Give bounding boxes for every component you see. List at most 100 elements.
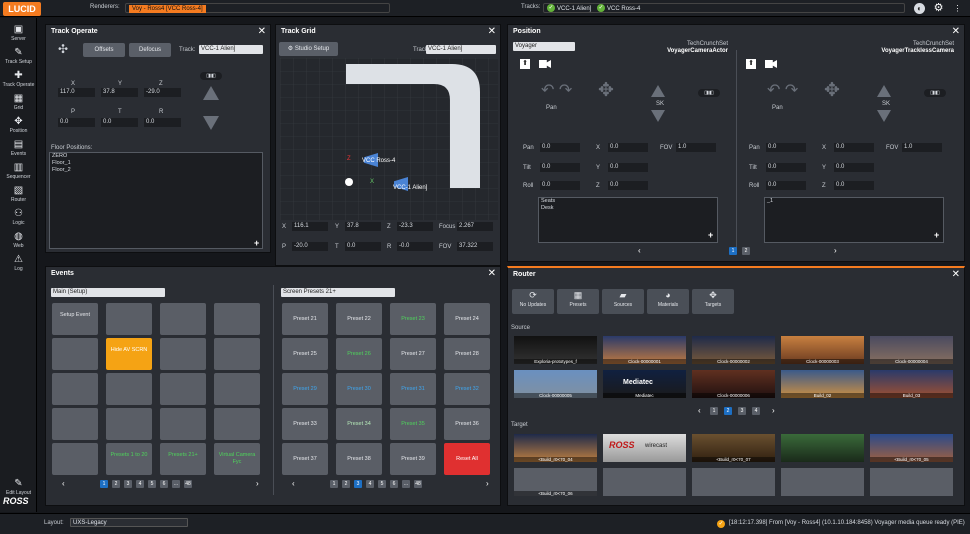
event-tile-reset-all[interactable]: Reset All: [444, 443, 490, 475]
y-field[interactable]: 37.8: [101, 88, 138, 97]
page-button-1[interactable]: 1: [710, 407, 718, 415]
event-tile-preset-30[interactable]: Preset 30: [336, 373, 382, 405]
upload-icon[interactable]: ⬆: [520, 59, 530, 69]
source-thumbnail[interactable]: Clock-00000005: [514, 370, 597, 398]
event-tile-empty[interactable]: [160, 303, 206, 335]
event-tile-empty[interactable]: [214, 303, 260, 335]
event-tile-preset-26[interactable]: Preset 26: [336, 338, 382, 370]
source-thumbnail[interactable]: Clock-00000003: [781, 336, 864, 364]
pan-field[interactable]: 0.0: [540, 143, 580, 152]
page-button-4[interactable]: 4: [752, 407, 760, 415]
page-button-3[interactable]: 3: [354, 480, 362, 488]
floor-positions-list[interactable]: ZERO Floor_1 Floor_2: [49, 152, 263, 249]
speed-toggle-icon[interactable]: ◨◧: [924, 89, 946, 97]
event-tile-hide-av-scrn[interactable]: Hide AV SCRN: [106, 338, 152, 370]
x-field[interactable]: 117.0: [58, 88, 95, 97]
event-tile-virtual-camera-fyc[interactable]: Virtual Camera Fyc: [214, 443, 260, 475]
event-tile-preset-37[interactable]: Preset 37: [282, 443, 328, 475]
sidebar-item-events[interactable]: ▤ Events: [0, 139, 37, 161]
target-thumbnail[interactable]: [603, 468, 686, 496]
elevation-up-icon[interactable]: [651, 85, 665, 97]
event-tile-preset-23[interactable]: Preset 23: [390, 303, 436, 335]
elevation-down-icon[interactable]: [651, 110, 665, 122]
pan-field[interactable]: 0.0: [766, 143, 806, 152]
arrow-up-icon[interactable]: [203, 86, 219, 100]
sidebar-item-grid[interactable]: ▦ Grid: [0, 93, 37, 115]
add-icon[interactable]: +: [708, 230, 713, 240]
list-item[interactable]: Floor_2: [50, 167, 262, 174]
event-tile-preset-31[interactable]: Preset 31: [390, 373, 436, 405]
page-button-2[interactable]: 2: [112, 480, 120, 488]
page-button-2[interactable]: 2: [342, 480, 350, 488]
event-tile-preset-34[interactable]: Preset 34: [336, 408, 382, 440]
source-thumbnail[interactable]: Exploria-prototypes_f: [514, 336, 597, 364]
event-tile-empty[interactable]: [52, 338, 98, 370]
page-button-3[interactable]: 3: [124, 480, 132, 488]
event-tile-preset-27[interactable]: Preset 27: [390, 338, 436, 370]
page-button-6[interactable]: 6: [390, 480, 398, 488]
upload-icon[interactable]: ⬆: [746, 59, 756, 69]
event-tile-preset-39[interactable]: Preset 39: [390, 443, 436, 475]
sidebar-item-web[interactable]: ◍ Web: [0, 231, 37, 253]
move-pad-icon[interactable]: ✥: [598, 81, 614, 101]
add-icon[interactable]: +: [934, 230, 939, 240]
source-thumbnail[interactable]: Clock-00000001: [603, 336, 686, 364]
prev-icon[interactable]: ‹: [638, 246, 641, 255]
pan-control-icon[interactable]: ↶ ↷: [541, 83, 572, 99]
list-item[interactable]: _1: [765, 198, 943, 205]
list-item[interactable]: Floor_1: [50, 160, 262, 167]
target-thumbnail[interactable]: <Build_r0<70_04: [514, 434, 597, 462]
target-thumbnail[interactable]: <Build_r0<70_06: [514, 468, 597, 496]
list-item[interactable]: Desk: [539, 205, 717, 212]
event-tile-preset-36[interactable]: Preset 36: [444, 408, 490, 440]
event-tile-empty[interactable]: [106, 408, 152, 440]
event-tile-preset-33[interactable]: Preset 33: [282, 408, 328, 440]
tilt-field[interactable]: 0.0: [766, 163, 806, 172]
fov-field[interactable]: 1.0: [676, 143, 716, 152]
r-field[interactable]: 0.0: [144, 118, 181, 127]
presets-button[interactable]: ▦ Presets: [557, 289, 599, 314]
target-thumbnail[interactable]: [870, 468, 953, 496]
track-chip-b[interactable]: VCC Ross-4: [607, 6, 640, 12]
next-icon[interactable]: ›: [772, 406, 775, 415]
event-tile-presets-1-to-20[interactable]: Presets 1 to 20: [106, 443, 152, 475]
next-icon[interactable]: ›: [834, 246, 837, 255]
add-icon[interactable]: +: [254, 238, 259, 248]
speed-toggle-icon[interactable]: ◨◧: [698, 89, 720, 97]
page-button-1[interactable]: 1: [729, 247, 737, 255]
page-button-6[interactable]: 6: [160, 480, 168, 488]
sidebar-item-track-operate[interactable]: ✚ Track Operate: [0, 70, 37, 92]
page-button-5[interactable]: 5: [378, 480, 386, 488]
page-button-4[interactable]: 4: [136, 480, 144, 488]
defocus-button[interactable]: Defocus: [129, 43, 171, 57]
page-button-3[interactable]: 3: [738, 407, 746, 415]
studio-grid[interactable]: [280, 58, 498, 220]
x-field[interactable]: 0.0: [834, 143, 874, 152]
event-tile-empty[interactable]: [106, 303, 152, 335]
r-field[interactable]: -0.0: [397, 242, 433, 251]
offsets-button[interactable]: Offsets: [83, 43, 125, 57]
more-icon[interactable]: ⋮: [952, 3, 963, 14]
user-icon[interactable]: ◐: [914, 3, 925, 14]
event-tile-preset-29[interactable]: Preset 29: [282, 373, 328, 405]
roll-field[interactable]: 0.0: [766, 181, 806, 190]
y-field[interactable]: 0.0: [834, 163, 874, 172]
move-pad-icon[interactable]: ✥: [824, 81, 840, 101]
tilt-field[interactable]: 0.0: [540, 163, 580, 172]
target-thumbnail[interactable]: [692, 468, 775, 496]
event-tile-preset-22[interactable]: Preset 22: [336, 303, 382, 335]
event-tile-empty[interactable]: [106, 373, 152, 405]
event-tile-empty[interactable]: [52, 443, 98, 475]
page-button-...[interactable]: ...: [402, 480, 410, 488]
sidebar-item-log[interactable]: ⚠ Log: [0, 254, 37, 276]
event-tile-preset-28[interactable]: Preset 28: [444, 338, 490, 370]
y-field[interactable]: 0.0: [608, 163, 648, 172]
y-field[interactable]: 37.8: [345, 222, 381, 231]
preset-list[interactable]: _1: [764, 197, 944, 243]
event-tile-preset-25[interactable]: Preset 25: [282, 338, 328, 370]
track-select[interactable]: VCC-1 Alien]: [199, 45, 263, 54]
event-tile-preset-38[interactable]: Preset 38: [336, 443, 382, 475]
targets-button[interactable]: ✥ Targets: [692, 289, 734, 314]
elevation-down-icon[interactable]: [877, 110, 891, 122]
fov-field[interactable]: 37.322: [457, 242, 493, 251]
